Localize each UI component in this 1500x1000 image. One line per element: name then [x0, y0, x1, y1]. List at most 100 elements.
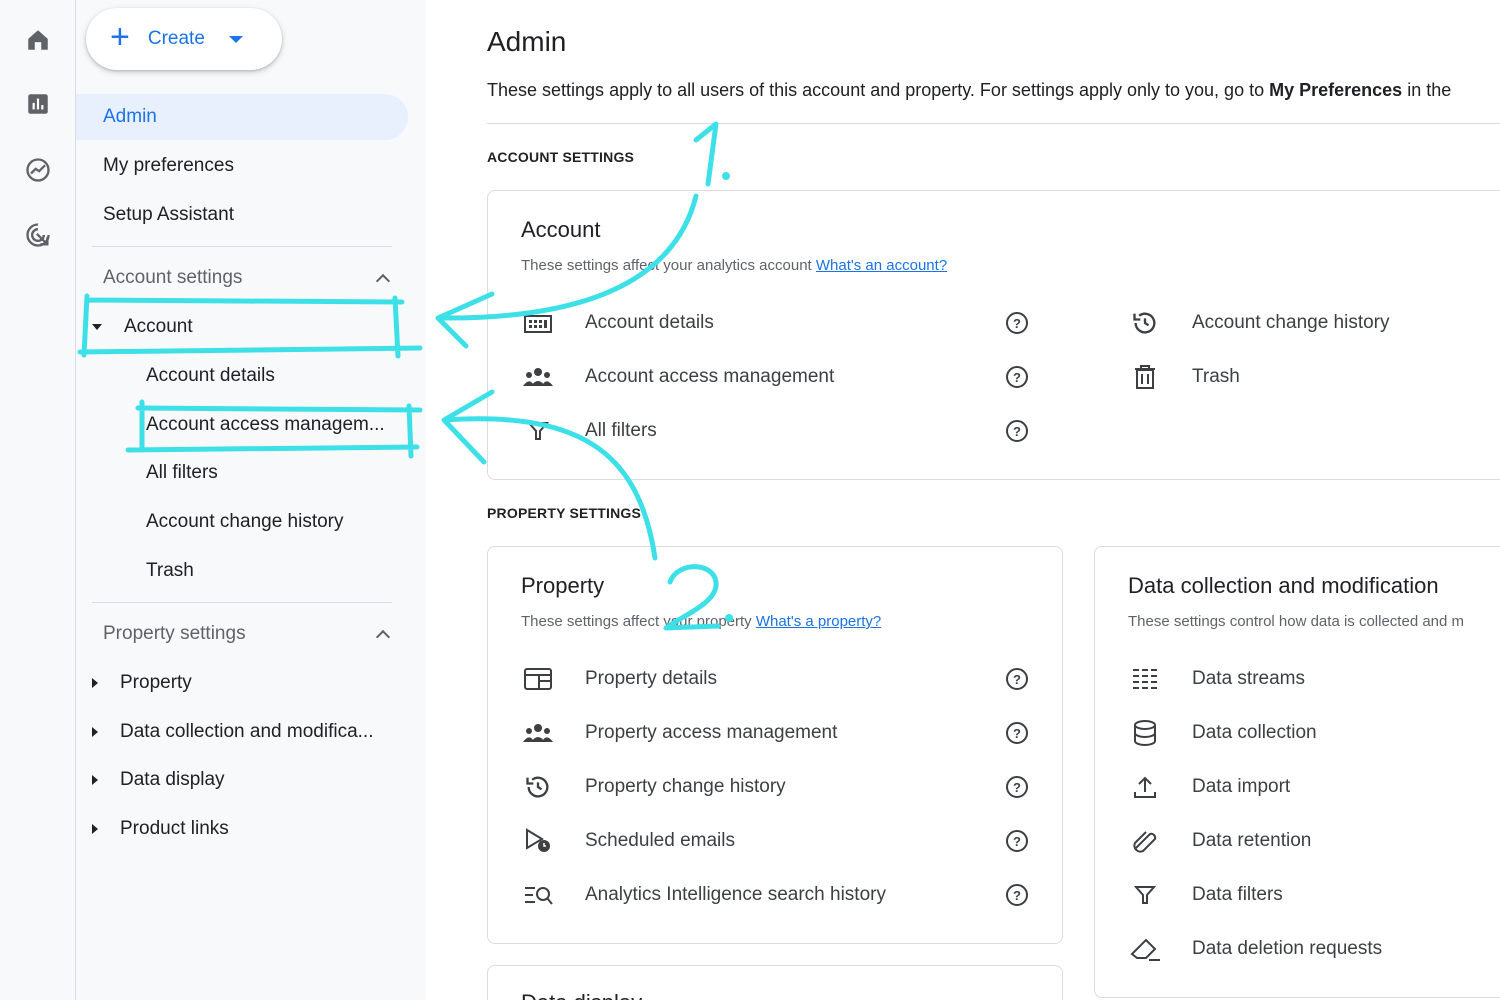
data-collection-row[interactable]: Data collection — [1128, 713, 1317, 753]
reports-icon[interactable] — [22, 88, 54, 120]
database-icon — [1128, 716, 1162, 750]
page-description: These settings apply to all users of thi… — [487, 80, 1451, 101]
chevron-up-icon — [375, 273, 391, 289]
dropdown-caret-icon — [228, 35, 243, 43]
expand-right-icon — [92, 824, 98, 834]
nav-my-preferences[interactable]: My preferences — [76, 143, 408, 189]
data-streams-label: Data streams — [1192, 668, 1305, 689]
data-streams-row[interactable]: Data streams — [1128, 659, 1305, 699]
page-description-text: These settings apply to all users of thi… — [487, 80, 1270, 100]
help-icon[interactable]: ? — [1006, 366, 1028, 388]
nav-all-filters-label: All filters — [146, 462, 218, 483]
data-deletion-requests-label: Data deletion requests — [1192, 938, 1383, 959]
search-history-icon — [521, 878, 555, 912]
nav-data-display-group[interactable]: Data display — [92, 757, 408, 803]
eraser-icon — [1128, 932, 1162, 966]
property-details-row[interactable]: Property details — [521, 659, 717, 699]
trash-row[interactable]: Trash — [1128, 357, 1240, 397]
create-button[interactable]: + Create — [86, 8, 282, 70]
nav-product-links-label: Product links — [120, 818, 229, 839]
account-card-title: Account — [521, 217, 601, 242]
nav-account-details[interactable]: Account details — [146, 353, 408, 399]
expand-down-icon — [92, 324, 102, 330]
nav-divider — [92, 602, 392, 603]
nav-setup-assistant[interactable]: Setup Assistant — [76, 192, 408, 238]
property-change-history-row[interactable]: Property change history — [521, 767, 786, 807]
main-content: Admin These settings apply to all users … — [487, 0, 1500, 1000]
account-access-management-row[interactable]: Account access management — [521, 357, 834, 397]
nav-admin-label: Admin — [103, 106, 157, 127]
help-icon[interactable]: ? — [1006, 312, 1028, 334]
data-deletion-requests-row[interactable]: Data deletion requests — [1128, 929, 1382, 969]
help-icon[interactable]: ? — [1006, 884, 1028, 906]
nav-all-filters[interactable]: All filters — [146, 450, 408, 496]
data-import-row[interactable]: Data import — [1128, 767, 1290, 807]
nav-divider — [92, 246, 392, 247]
whats-an-account-link[interactable]: What's an account? — [816, 257, 947, 274]
nav-trash[interactable]: Trash — [146, 548, 408, 594]
nav-setup-assistant-label: Setup Assistant — [103, 204, 234, 225]
filter-icon — [521, 414, 555, 448]
account-card-subtitle: These settings affect your analytics acc… — [521, 257, 947, 274]
account-card-subtitle-text: These settings affect your analytics acc… — [521, 257, 816, 274]
nav-admin[interactable]: Admin — [76, 94, 408, 140]
account-change-history-row[interactable]: Account change history — [1128, 303, 1390, 343]
scheduled-emails-label: Scheduled emails — [585, 830, 735, 851]
nav-account-change-history[interactable]: Account change history — [146, 499, 408, 545]
data-filters-row[interactable]: Data filters — [1128, 875, 1283, 915]
property-settings-toggle[interactable]: Property settings — [76, 614, 408, 654]
data-retention-row[interactable]: Data retention — [1128, 821, 1311, 861]
whats-a-property-link[interactable]: What's a property? — [756, 613, 881, 630]
upload-icon — [1128, 770, 1162, 804]
home-icon[interactable] — [22, 24, 54, 56]
property-card-subtitle-text: These settings affect your property — [521, 613, 756, 630]
building-icon — [521, 306, 555, 340]
all-filters-row[interactable]: All filters — [521, 411, 657, 451]
nav-account-access-management[interactable]: Account access managem... — [146, 402, 408, 448]
account-settings-heading: Account settings — [103, 267, 243, 288]
property-details-label: Property details — [585, 668, 718, 689]
help-icon[interactable]: ? — [1006, 830, 1028, 852]
scheduled-email-icon — [521, 824, 555, 858]
help-icon[interactable]: ? — [1006, 722, 1028, 744]
plus-icon: + — [110, 18, 130, 56]
help-icon[interactable]: ? — [1006, 776, 1028, 798]
data-collection-card-subtitle: These settings control how data is colle… — [1128, 613, 1465, 630]
my-preferences-mention: My Preferences — [1269, 80, 1403, 100]
data-streams-icon — [1128, 662, 1162, 696]
explore-icon[interactable] — [22, 154, 54, 186]
data-collection-label: Data collection — [1192, 722, 1317, 743]
account-settings-toggle[interactable]: Account settings — [76, 258, 408, 298]
trash-icon — [1128, 360, 1162, 394]
expand-right-icon — [92, 678, 98, 688]
help-icon[interactable]: ? — [1006, 420, 1028, 442]
nav-trash-label: Trash — [146, 560, 194, 581]
nav-data-collection-group[interactable]: Data collection and modifica... — [92, 709, 408, 755]
property-access-management-row[interactable]: Property access management — [521, 713, 837, 753]
history-icon — [1128, 306, 1162, 340]
property-settings-heading: Property settings — [103, 623, 246, 644]
create-label: Create — [147, 28, 205, 49]
nav-property-group[interactable]: Property — [92, 660, 408, 706]
scheduled-emails-row[interactable]: Scheduled emails — [521, 821, 735, 861]
history-icon — [521, 770, 555, 804]
all-filters-label: All filters — [585, 420, 657, 441]
nav-property-label: Property — [120, 672, 192, 693]
nav-account-group[interactable]: Account — [92, 304, 408, 350]
people-icon — [521, 360, 555, 394]
account-details-row[interactable]: Account details — [521, 303, 714, 343]
help-icon[interactable]: ? — [1006, 668, 1028, 690]
nav-product-links-group[interactable]: Product links — [92, 806, 408, 852]
property-change-history-label: Property change history — [585, 776, 786, 797]
advertising-icon[interactable] — [22, 219, 54, 251]
trash-label: Trash — [1192, 366, 1240, 387]
data-import-label: Data import — [1192, 776, 1291, 797]
account-details-label: Account details — [585, 312, 714, 333]
account-change-history-label: Account change history — [1192, 312, 1390, 333]
chevron-up-icon — [375, 629, 391, 645]
search-history-row[interactable]: Analytics Intelligence search history — [521, 875, 886, 915]
nav-my-preferences-label: My preferences — [103, 155, 234, 176]
property-card-subtitle: These settings affect your property What… — [521, 613, 881, 630]
account-card: Account These settings affect your analy… — [487, 190, 1500, 480]
data-filters-label: Data filters — [1192, 884, 1283, 905]
